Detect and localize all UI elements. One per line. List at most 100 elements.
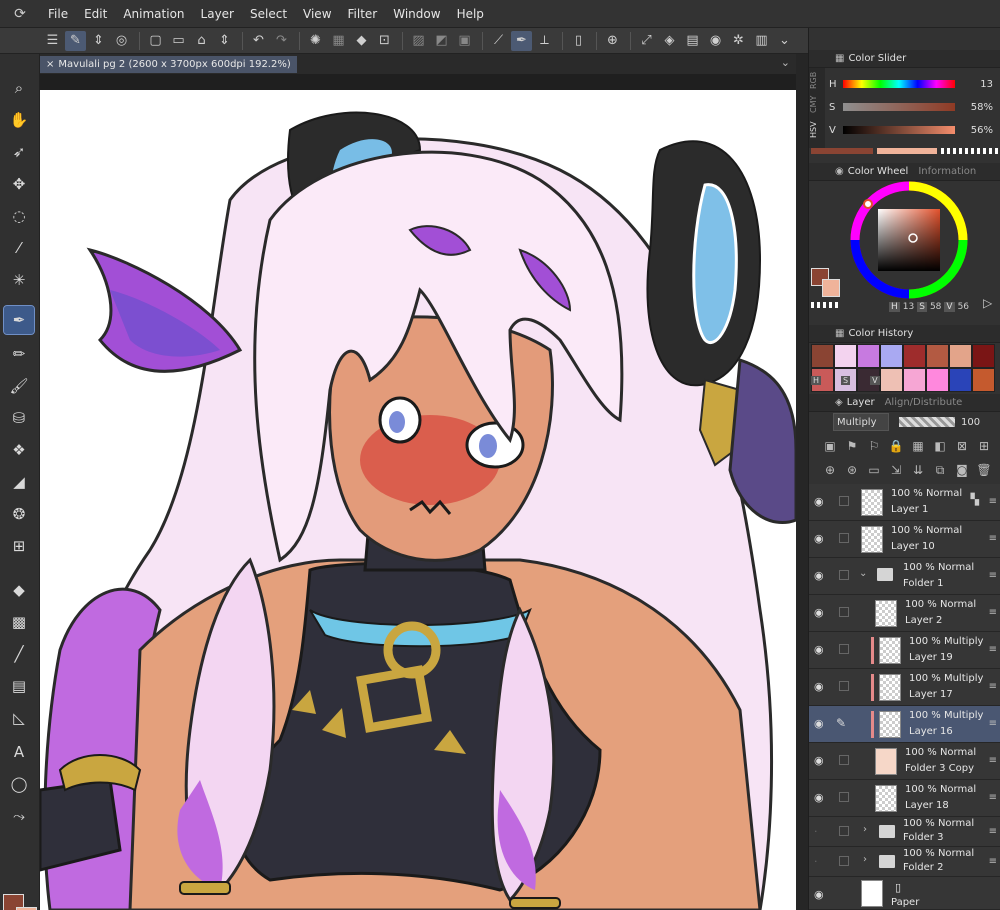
- menu-view[interactable]: View: [295, 7, 339, 21]
- layer-row[interactable]: ◉ 100 % Multiply Layer 19 ≡: [809, 632, 1000, 669]
- layer-panel-header[interactable]: ◈ Layer Align/Distribute: [809, 394, 1000, 412]
- wheel-sub-swatch[interactable]: [822, 279, 840, 297]
- hamburger-menu-icon[interactable]: ☰: [42, 31, 63, 51]
- opacity-value[interactable]: 100: [961, 417, 980, 428]
- eye-icon[interactable]: ◉: [814, 717, 824, 730]
- chevron-right-icon[interactable]: ›: [863, 854, 867, 865]
- eye-icon[interactable]: ◉: [814, 791, 824, 804]
- history-swatch[interactable]: [880, 344, 903, 368]
- move-layer-tool-icon[interactable]: ✥: [4, 170, 34, 198]
- layer-name[interactable]: Folder 1: [903, 578, 943, 589]
- history-swatch[interactable]: [949, 368, 972, 392]
- open-folder-icon[interactable]: ▭: [168, 31, 189, 51]
- information-tab[interactable]: Information: [918, 166, 976, 177]
- eye-icon[interactable]: ◉: [814, 606, 824, 619]
- eye-icon[interactable]: ◉: [814, 569, 824, 582]
- eye-icon[interactable]: ◉: [814, 495, 824, 508]
- selection-border-icon[interactable]: ▣: [454, 31, 475, 51]
- deselect-icon[interactable]: ▨: [408, 31, 429, 51]
- balloon-tool-icon[interactable]: ◯: [4, 770, 34, 798]
- folder-row[interactable]: ◉ ⌄ 100 % Normal Folder 1 ≡: [809, 558, 1000, 595]
- lock-transparency-icon[interactable]: ▦: [907, 439, 929, 453]
- clip-layer-icon[interactable]: ▣: [819, 439, 841, 453]
- saturation-slider[interactable]: [843, 103, 955, 111]
- hand-tool-icon[interactable]: ✋: [4, 106, 34, 134]
- hue-slider[interactable]: [843, 80, 955, 88]
- layer-name[interactable]: Layer 18: [905, 800, 949, 811]
- reference-layer-icon[interactable]: ⚑: [841, 439, 863, 453]
- line-tool-icon[interactable]: ╱: [4, 640, 34, 668]
- history-swatch[interactable]: [926, 368, 949, 392]
- history-swatch[interactable]: [811, 344, 834, 368]
- wheel-mode-icon[interactable]: ▷: [983, 296, 992, 310]
- drawing-canvas[interactable]: [40, 90, 796, 910]
- menu-animation[interactable]: Animation: [115, 7, 192, 21]
- magic-wand-tool-icon[interactable]: ✳: [4, 266, 34, 294]
- history-swatch[interactable]: [903, 344, 926, 368]
- layer-row[interactable]: ◉ 100 % Normal Layer 18 ≡: [809, 780, 1000, 817]
- history-swatch[interactable]: [880, 368, 903, 392]
- menu-file[interactable]: File: [40, 7, 76, 21]
- operation-tool-icon[interactable]: ➶: [4, 138, 34, 166]
- lock-layer-icon[interactable]: 🔒: [885, 439, 907, 453]
- value-slider[interactable]: [843, 126, 955, 134]
- document-tab[interactable]: × Mavulali pg 2 (2600 x 3700px 600dpi 19…: [40, 56, 297, 73]
- mask-icon[interactable]: ◧: [929, 439, 951, 453]
- airbrush-tool-icon[interactable]: ⛁: [4, 404, 34, 432]
- snap-grid-icon[interactable]: ⟂: [534, 31, 555, 51]
- saturation-value[interactable]: 58%: [955, 102, 993, 113]
- redo-icon[interactable]: ↷: [271, 31, 292, 51]
- layer-checkbox[interactable]: [839, 755, 849, 765]
- spin-updown-icon[interactable]: ⇕: [88, 31, 109, 51]
- layer-checkbox[interactable]: [839, 856, 849, 866]
- menu-select[interactable]: Select: [242, 7, 295, 21]
- mode-cmy[interactable]: CMY: [809, 92, 818, 116]
- opacity-slider[interactable]: [899, 417, 955, 427]
- layer-checkbox[interactable]: [839, 533, 849, 543]
- pen-tool-icon[interactable]: ✒: [3, 305, 35, 335]
- paper-layer-row[interactable]: ◉ ▯ Paper: [809, 877, 1000, 910]
- brush-tool-icon[interactable]: 🖌: [4, 372, 34, 400]
- layer-name[interactable]: Folder 3: [903, 832, 943, 843]
- layer-name[interactable]: Layer 2: [905, 615, 942, 626]
- record-icon[interactable]: ◉: [705, 31, 726, 51]
- history-swatch[interactable]: [926, 344, 949, 368]
- hue-value[interactable]: 13: [955, 79, 993, 90]
- layer-row-selected[interactable]: ◉ ✎ 100 % Multiply Layer 16 ≡: [809, 706, 1000, 743]
- clear-icon[interactable]: ▦: [328, 31, 349, 51]
- chevron-right-icon[interactable]: ›: [863, 824, 867, 835]
- chevron-down-icon[interactable]: ⌄: [781, 56, 790, 69]
- ruler-tool-icon[interactable]: ◺: [4, 704, 34, 732]
- layer-menu-icon[interactable]: ≡: [989, 533, 997, 544]
- layer-checkbox[interactable]: [839, 644, 849, 654]
- wheel-transparent-swatch[interactable]: [811, 302, 839, 308]
- app-logo-icon[interactable]: ⟳: [0, 6, 40, 22]
- layer-row[interactable]: ◉ 100 % Normal Folder 3 Copy ≡: [809, 743, 1000, 780]
- frame-tool-icon[interactable]: ▤: [4, 672, 34, 700]
- layer-checkbox[interactable]: [839, 496, 849, 506]
- snap-ruler-icon[interactable]: ✒: [511, 30, 532, 51]
- companion-icon[interactable]: ⊕: [602, 31, 623, 51]
- layer-row[interactable]: ◉ 100 % Normal Layer 2 ≡: [809, 595, 1000, 632]
- layer-menu-icon[interactable]: ≡: [989, 718, 997, 729]
- new-vector-layer-icon[interactable]: ⊛: [841, 463, 863, 477]
- save-icon[interactable]: ⌂: [191, 31, 212, 51]
- layer-checkbox[interactable]: [839, 607, 849, 617]
- color-wheel[interactable]: [849, 180, 969, 300]
- new-folder-icon[interactable]: ▭: [863, 463, 885, 477]
- pencil-tool-icon[interactable]: ✏: [4, 340, 34, 368]
- new-file-icon[interactable]: ▢: [145, 31, 166, 51]
- fill-icon[interactable]: ◆: [351, 31, 372, 51]
- history-swatch[interactable]: [903, 368, 926, 392]
- history-swatch[interactable]: [972, 368, 995, 392]
- layer-name[interactable]: Layer 1: [891, 504, 928, 515]
- layer-row[interactable]: ◉ 100 % Normal Layer 1 ▚ ≡: [809, 484, 1000, 521]
- layer-checkbox[interactable]: [839, 792, 849, 802]
- vertical-scrollbar[interactable]: [796, 54, 808, 910]
- slider-sub-swatch[interactable]: [877, 148, 937, 154]
- film-icon[interactable]: ▤: [682, 31, 703, 51]
- loading-icon[interactable]: ✺: [305, 31, 326, 51]
- eye-icon[interactable]: ◉: [814, 680, 824, 693]
- eye-hidden-icon[interactable]: ·: [814, 855, 818, 868]
- layer-menu-icon[interactable]: ≡: [989, 755, 997, 766]
